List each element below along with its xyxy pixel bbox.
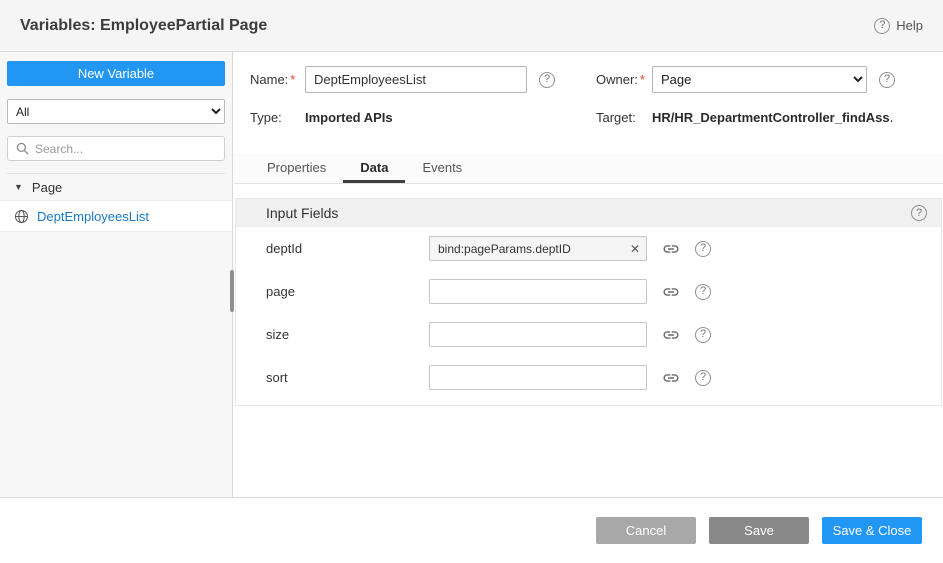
search-input[interactable] bbox=[35, 142, 216, 156]
detail-tabs: Properties Data Events bbox=[234, 153, 943, 184]
tree-item-deptemployeeslist[interactable]: DeptEmployeesList bbox=[0, 200, 232, 232]
page-input[interactable] bbox=[429, 279, 647, 304]
sort-input[interactable] bbox=[429, 365, 647, 390]
bind-link-icon[interactable] bbox=[662, 369, 680, 387]
tab-properties[interactable]: Properties bbox=[250, 153, 343, 183]
bind-link-icon[interactable] bbox=[662, 240, 680, 258]
help-circle-icon: ? bbox=[874, 18, 890, 34]
bind-link-icon[interactable] bbox=[662, 283, 680, 301]
field-help-icon[interactable]: ? bbox=[695, 327, 711, 343]
cancel-button[interactable]: Cancel bbox=[596, 517, 696, 544]
name-help-icon[interactable]: ? bbox=[539, 72, 555, 88]
tab-events[interactable]: Events bbox=[405, 153, 479, 183]
name-label: Name:* bbox=[250, 72, 305, 87]
owner-label: Owner:* bbox=[596, 72, 652, 87]
search-icon bbox=[16, 142, 29, 155]
deptid-input[interactable] bbox=[429, 236, 647, 261]
variable-detail-panel: Name:* ? Owner:* Page ? Type: Imported A… bbox=[234, 52, 943, 497]
type-value: Imported APIs bbox=[305, 110, 527, 125]
size-input[interactable] bbox=[429, 322, 647, 347]
owner-select[interactable]: Page bbox=[652, 66, 867, 93]
input-field-row-page: page ? bbox=[236, 270, 941, 313]
tab-data[interactable]: Data bbox=[343, 153, 405, 183]
sidebar-resize-handle[interactable] bbox=[230, 270, 234, 312]
field-help-icon[interactable]: ? bbox=[695, 241, 711, 257]
bind-link-icon[interactable] bbox=[662, 326, 680, 344]
field-label: deptId bbox=[266, 241, 429, 256]
dialog-header: Variables: EmployeePartial Page ? Help bbox=[0, 0, 943, 52]
field-help-icon[interactable]: ? bbox=[695, 370, 711, 386]
dialog-footer: Cancel Save Save & Close bbox=[0, 497, 943, 563]
input-fields-panel: Input Fields ? deptId ✕ ? page ? bbox=[235, 198, 942, 406]
variable-search-box[interactable] bbox=[7, 136, 225, 161]
owner-help-icon[interactable]: ? bbox=[879, 72, 895, 88]
help-label: Help bbox=[896, 18, 923, 33]
type-target-row: Type: Imported APIs Target: HR/HR_Depart… bbox=[250, 110, 927, 125]
input-fields-title: Input Fields bbox=[266, 205, 338, 221]
help-link[interactable]: ? Help bbox=[874, 18, 923, 34]
tree-group-label: Page bbox=[32, 180, 62, 195]
name-input[interactable] bbox=[305, 66, 527, 93]
input-field-row-deptid: deptId ✕ ? bbox=[236, 227, 941, 270]
save-and-close-button[interactable]: Save & Close bbox=[822, 517, 922, 544]
tree-item-label: DeptEmployeesList bbox=[37, 209, 149, 224]
save-button[interactable]: Save bbox=[709, 517, 809, 544]
clear-binding-icon[interactable]: ✕ bbox=[630, 243, 640, 255]
input-fields-header: Input Fields ? bbox=[236, 199, 941, 227]
variable-filter-select[interactable]: All bbox=[7, 99, 225, 124]
field-label: sort bbox=[266, 370, 429, 385]
variables-sidebar: New Variable All ▼ Page DeptEmployeesLis… bbox=[0, 52, 233, 497]
tree-group-page[interactable]: ▼ Page bbox=[0, 174, 232, 200]
field-label: page bbox=[266, 284, 429, 299]
field-label: size bbox=[266, 327, 429, 342]
input-field-row-sort: sort ? bbox=[236, 356, 941, 399]
target-label: Target: bbox=[596, 110, 652, 125]
target-value: HR/HR_DepartmentController_findAss… bbox=[652, 110, 892, 125]
chevron-down-icon[interactable]: ▼ bbox=[14, 183, 23, 192]
new-variable-button[interactable]: New Variable bbox=[7, 61, 225, 86]
type-label: Type: bbox=[250, 110, 305, 125]
input-fields-help-icon[interactable]: ? bbox=[911, 205, 927, 221]
input-field-row-size: size ? bbox=[236, 313, 941, 356]
service-variable-icon bbox=[14, 209, 29, 224]
page-title: Variables: EmployeePartial Page bbox=[20, 17, 267, 35]
field-help-icon[interactable]: ? bbox=[695, 284, 711, 300]
name-owner-row: Name:* ? Owner:* Page ? bbox=[250, 66, 927, 93]
required-asterisk: * bbox=[290, 72, 295, 87]
required-asterisk: * bbox=[640, 72, 645, 87]
